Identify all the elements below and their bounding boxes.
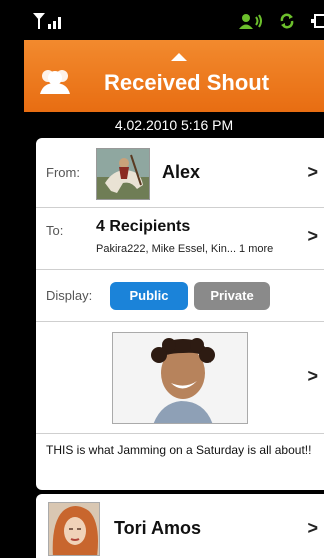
chevron-right-icon: >	[307, 366, 318, 386]
people-icon	[40, 70, 70, 94]
from-label: From:	[46, 165, 80, 180]
display-label: Display:	[46, 288, 93, 303]
message-row: THIS is what Jamming on a Saturday is al…	[36, 434, 324, 490]
chevron-right-icon: >	[307, 226, 318, 246]
battery-icon	[311, 14, 324, 28]
from-row[interactable]: From: Alex >	[36, 138, 324, 208]
presence-icon	[239, 14, 262, 29]
shout-message: THIS is what Jamming on a Saturday is al…	[46, 443, 312, 457]
to-row[interactable]: To: 4 Recipients Pakira222, Mike Essel, …	[36, 208, 324, 270]
signal-strength-icon	[33, 13, 61, 29]
recipients-list: Pakira222, Mike Essel, Kin... 1 more	[96, 243, 274, 255]
to-label: To:	[46, 223, 64, 238]
private-button[interactable]: Private	[194, 282, 270, 310]
page-title: Received Shout	[104, 70, 270, 95]
from-avatar	[96, 148, 150, 200]
status-bar	[24, 0, 324, 40]
photo-row[interactable]: >	[36, 322, 324, 434]
shout-datetime: 4.02.2010 5:16 PM	[24, 112, 324, 138]
sync-icon	[280, 13, 294, 29]
chevron-right-icon: >	[307, 518, 318, 538]
shout-photo	[112, 332, 248, 424]
tori-avatar	[48, 502, 100, 556]
from-name: Alex	[162, 162, 201, 182]
shout-detail-card: From: Alex > To: 4 Recipients Pakira222,…	[36, 138, 324, 490]
collapse-caret-icon[interactable]	[171, 53, 187, 61]
display-row: Display: Public Private	[36, 270, 324, 322]
list-item[interactable]: Tori Amos >	[36, 494, 324, 558]
chevron-right-icon: >	[307, 162, 318, 182]
recipients-count: 4 Recipients	[96, 218, 191, 235]
list-item-name: Tori Amos	[114, 518, 202, 538]
header-bar: Received Shout	[24, 40, 324, 112]
public-button[interactable]: Public	[110, 282, 188, 310]
